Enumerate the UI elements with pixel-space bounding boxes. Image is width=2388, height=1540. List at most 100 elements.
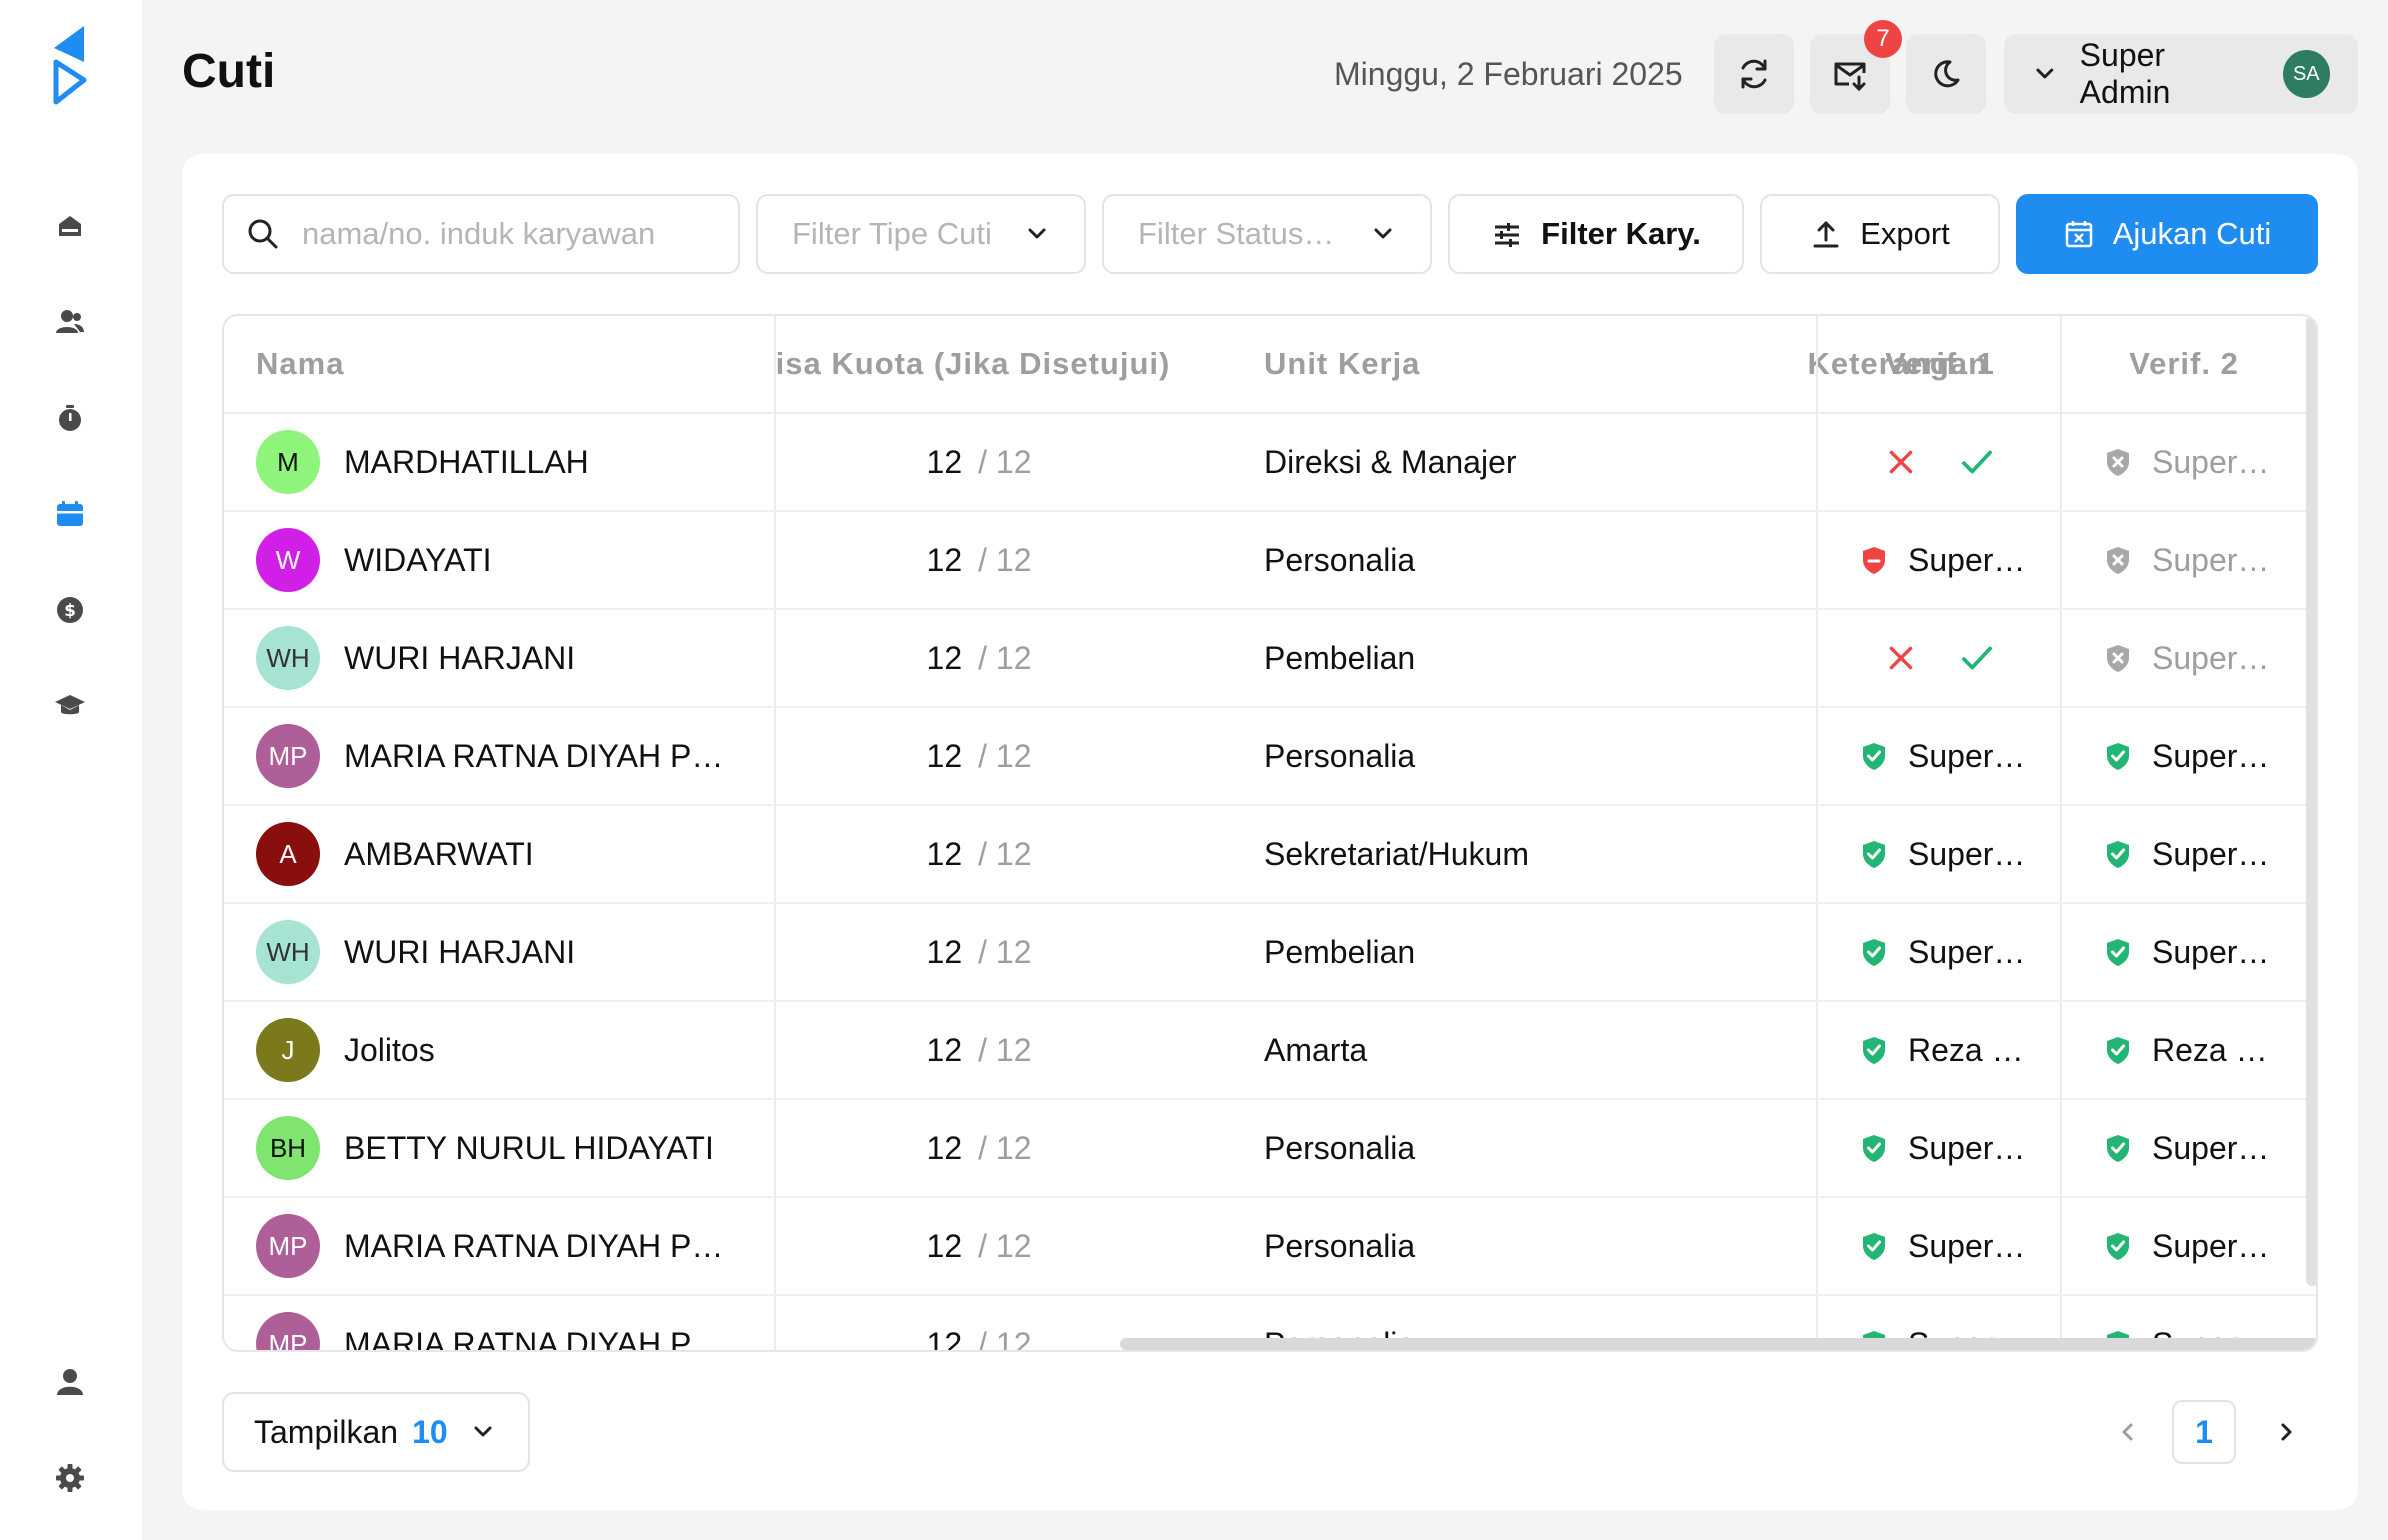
employee-name: MARIA RATNA DIYAH P… <box>344 1325 724 1352</box>
verif2-verifier: Super… <box>2152 1227 2270 1264</box>
page-size-select[interactable]: Tampilkan 10 <box>222 1392 530 1472</box>
table-row[interactable]: BH BETTY NURUL HIDAYATI 12 / 12 Personalia Su… <box>224 1100 2316 1198</box>
verif1-actions <box>1818 414 2062 510</box>
approve-icon[interactable] <box>1958 639 1996 677</box>
verif2-verifier: Super… <box>2152 443 2270 480</box>
submit-leave-button[interactable]: Ajukan Cuti <box>2016 194 2318 274</box>
reject-icon[interactable] <box>1884 445 1918 479</box>
quota-remaining: 12 <box>926 1031 963 1068</box>
reject-icon[interactable] <box>1884 641 1918 675</box>
employee-cell: A AMBARWATI <box>256 806 756 902</box>
x-icon <box>1889 450 1913 474</box>
verif2-verifier: Super… <box>2152 737 2270 774</box>
column-header-unit[interactable]: Unit Kerja <box>1264 316 1564 412</box>
quota-cell: 12 / 12 <box>774 806 1264 902</box>
x-icon <box>1889 646 1913 670</box>
export-button[interactable]: Export <box>1760 194 2000 274</box>
filter-status-select[interactable]: Filter Status… <box>1102 194 1432 274</box>
shield-check-icon <box>1863 743 1885 770</box>
timer-icon[interactable] <box>50 398 90 438</box>
theme-toggle-button[interactable] <box>1906 34 1986 114</box>
table-row[interactable]: J Jolitos 12 / 12 Amarta Reza … Reza … <box>224 1002 2316 1100</box>
next-page-button[interactable] <box>2266 1400 2306 1464</box>
quota-remaining: 12 <box>926 737 963 774</box>
unit-cell: Amarta <box>1264 1031 1368 1068</box>
avatar: M <box>256 430 320 494</box>
quota-total: / 12 <box>978 933 1032 970</box>
verif2-status: Super… <box>2102 1198 2298 1294</box>
quota-total: / 12 <box>978 835 1032 872</box>
employee-name: Jolitos <box>344 1031 435 1068</box>
table-row[interactable]: A AMBARWATI 12 / 12 Sekretariat/Hukum Super… S… <box>224 806 2316 904</box>
graduation-cap-icon[interactable] <box>50 686 90 726</box>
shield-rejected-icon <box>1863 547 1885 574</box>
avatar: WH <box>256 920 320 984</box>
column-header-verif1[interactable]: Verif. 1 <box>1818 316 2062 412</box>
user-menu-button[interactable]: Super Admin SA <box>2004 34 2358 114</box>
verif2-verifier: Super… <box>2152 835 2270 872</box>
verif1-verifier: Super… <box>1908 1129 2026 1166</box>
employee-name: MARIA RATNA DIYAH P… <box>344 737 724 774</box>
avatar: MP <box>256 1312 320 1350</box>
filter-type-select[interactable]: Filter Tipe Cuti <box>756 194 1086 274</box>
vertical-scrollbar[interactable] <box>2306 316 2316 1286</box>
refresh-button[interactable] <box>1714 34 1794 114</box>
table-row[interactable]: M MARDHATILLAH 12 / 12 Direksi & Manajer Supe… <box>224 414 2316 512</box>
verif1-status: Super… <box>1858 512 2054 608</box>
shield-check-icon <box>1863 939 1885 966</box>
quota-total: / 12 <box>978 1227 1032 1264</box>
table-row[interactable]: W WIDAYATI 12 / 12 Personalia Super… Super… <box>224 512 2316 610</box>
verif2-status: Super… <box>2102 512 2298 608</box>
horizontal-scrollbar[interactable] <box>1120 1338 2316 1350</box>
verif1-verifier: Super… <box>1908 1227 2026 1264</box>
avatar: SA <box>2282 50 2330 98</box>
avatar: MP <box>256 724 320 788</box>
verif2-status: Super… <box>2102 1100 2298 1196</box>
employee-name: WURI HARJANI <box>344 933 576 970</box>
shield-check-icon <box>2107 841 2129 868</box>
verif1-verifier: Super… <box>1908 835 2026 872</box>
employee-name: MARIA RATNA DIYAH P… <box>344 1227 724 1264</box>
calendar-icon[interactable] <box>50 494 90 534</box>
avatar: W <box>256 528 320 592</box>
mail-icon <box>1834 62 1866 92</box>
approve-icon[interactable] <box>1958 443 1996 481</box>
search-box[interactable] <box>222 194 740 274</box>
users-icon[interactable] <box>50 302 90 342</box>
quota-cell: 12 / 12 <box>774 1100 1264 1196</box>
verif1-verifier: Super… <box>1908 933 2026 970</box>
verif2-status: Super… <box>2102 708 2298 804</box>
filter-employee-button[interactable]: Filter Kary. <box>1448 194 1744 274</box>
avatar: BH <box>256 1116 320 1180</box>
employee-cell: M MARDHATILLAH <box>256 414 756 510</box>
dollar-icon[interactable]: $ <box>50 590 90 630</box>
verif1-status: Super… <box>1858 1198 2054 1294</box>
quota-remaining: 12 <box>926 639 963 676</box>
check-icon <box>1962 646 1992 670</box>
table-row[interactable]: WH WURI HARJANI 12 / 12 Pembelian Super… Super… <box>224 904 2316 1002</box>
employee-name: WIDAYATI <box>344 541 492 578</box>
verif1-status: Reza … <box>1858 1002 2054 1098</box>
column-header-name[interactable]: Nama <box>256 316 656 412</box>
column-header-verif2[interactable]: Verif. 2 <box>2062 316 2306 412</box>
verif1-actions <box>1818 610 2062 706</box>
table-row[interactable]: MP MARIA RATNA DIYAH P… 12 / 12 Personalia Su… <box>224 1198 2316 1296</box>
prev-page-button[interactable] <box>2108 1400 2148 1464</box>
verif1-status: Super… <box>1858 708 2054 804</box>
table-row[interactable]: MP MARIA RATNA DIYAH P… 12 / 12 Personalia Su… <box>224 708 2316 806</box>
table-row[interactable]: WH WURI HARJANI 12 / 12 Pembelian Super… <box>224 610 2316 708</box>
shield-check-icon <box>1863 1135 1885 1162</box>
search-input[interactable] <box>302 216 722 252</box>
inbox-button[interactable]: 7 <box>1810 20 1902 114</box>
sliders-icon <box>1495 223 1520 247</box>
verif2-status: Super… <box>2102 610 2298 706</box>
shield-pending-icon <box>2107 645 2129 672</box>
home-icon[interactable] <box>50 206 90 246</box>
filter-employee-label: Filter Kary. <box>1541 216 1701 251</box>
app-logo[interactable] <box>50 22 90 106</box>
leave-table: Nama Sisa Kuota (Jika Disetujui) Unit Ke… <box>222 314 2318 1352</box>
employee-cell: BH BETTY NURUL HIDAYATI <box>256 1100 756 1196</box>
user-icon[interactable] <box>50 1362 90 1402</box>
gear-icon[interactable] <box>50 1458 90 1498</box>
page-button-current[interactable]: 1 <box>2172 1400 2236 1464</box>
